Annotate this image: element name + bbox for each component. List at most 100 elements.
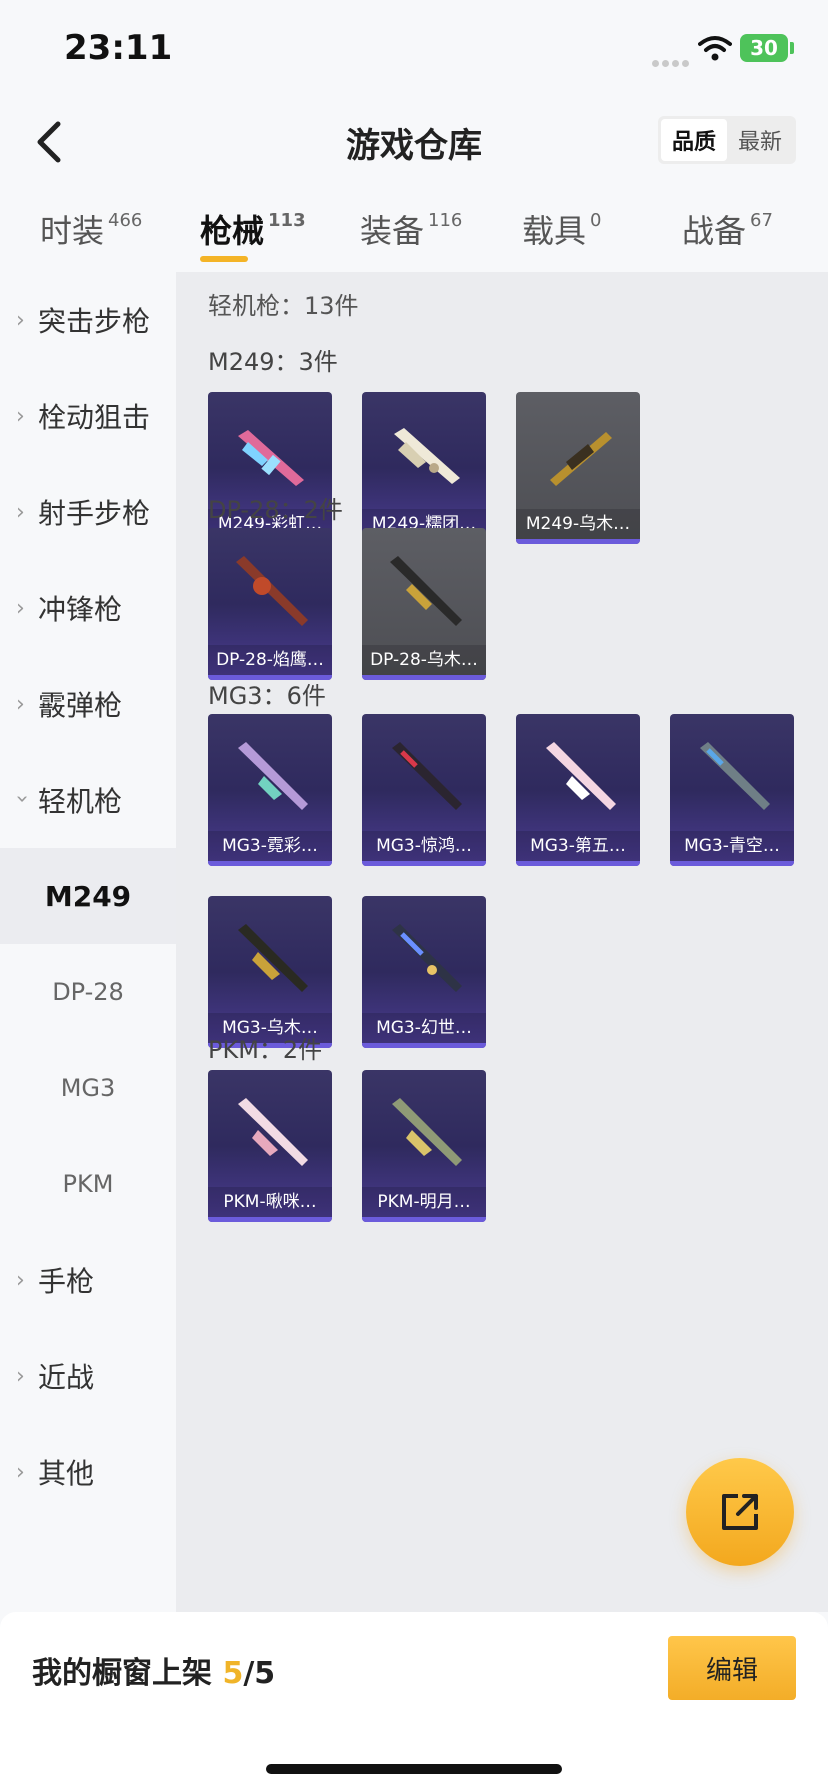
battery-icon: 30: [740, 34, 788, 62]
chevron-down-icon: ›: [9, 794, 35, 803]
tab-label: 装备: [360, 212, 425, 250]
gun-name: MG3-青空…: [670, 831, 794, 861]
sort-newest-button[interactable]: 最新: [727, 119, 793, 161]
tab-guns[interactable]: 枪械 113: [200, 206, 306, 252]
chevron-right-icon: ›: [16, 691, 25, 717]
gun-card[interactable]: M249-糯团…: [362, 392, 486, 544]
gun-name: MG3-惊鸿…: [362, 831, 486, 861]
tab-label: 战备: [682, 212, 747, 250]
battery-tip: [790, 42, 794, 54]
gun-icon: [238, 924, 308, 992]
sidebar-item-label: 突击步枪: [38, 305, 151, 338]
gun-card[interactable]: DP-28-乌木…: [362, 528, 486, 680]
sidebar-item-pistol[interactable]: › 手枪: [0, 1232, 176, 1328]
gun-card[interactable]: M249-乌木…: [516, 392, 640, 544]
gun-name: DP-28-焰鹰…: [208, 645, 332, 675]
rarity-bar: [362, 675, 486, 680]
chevron-right-icon: ›: [16, 499, 25, 525]
category-tabs: 时装 466 枪械 113 装备 116 载具 0 战备 67: [0, 200, 828, 270]
content-area: 轻机枪：13件 M249：3件 M249-彩虹… M249-糯团… M249-乌…: [176, 272, 828, 1612]
chevron-right-icon: ›: [16, 403, 25, 429]
gun-icon: [392, 924, 462, 992]
battery-level: 30: [750, 36, 778, 60]
sidebar-item-other[interactable]: › 其他: [0, 1424, 176, 1520]
share-button[interactable]: [686, 1458, 794, 1566]
chevron-right-icon: ›: [16, 1267, 25, 1293]
rarity-bar: [208, 861, 332, 866]
gun-name: PKM-啾咪…: [208, 1187, 332, 1217]
rarity-bar: [516, 861, 640, 866]
gun-card[interactable]: MG3-幻世…: [362, 896, 486, 1048]
status-time: 23:11: [64, 28, 173, 68]
signal-icon: [652, 52, 692, 71]
sidebar-item-label: 冲锋枪: [38, 593, 123, 626]
chevron-right-icon: ›: [16, 1459, 25, 1485]
sidebar-sub-m249[interactable]: M249: [0, 848, 176, 944]
sidebar-item-bolt-sniper[interactable]: › 栓动狙击: [0, 368, 176, 464]
gun-icon: [546, 742, 616, 810]
rarity-bar: [208, 1217, 332, 1222]
gun-icon: [394, 428, 460, 484]
tab-equipment[interactable]: 装备 116: [360, 206, 462, 252]
gun-name: PKM-明月…: [362, 1187, 486, 1217]
showcase-label: 我的橱窗上架: [32, 1656, 212, 1691]
tab-count: 113: [268, 210, 306, 231]
sidebar-item-shotgun[interactable]: › 霰弹枪: [0, 656, 176, 752]
gun-card[interactable]: PKM-啾咪…: [208, 1070, 332, 1222]
sort-quality-button[interactable]: 品质: [661, 119, 727, 161]
gun-name: MG3-幻世…: [362, 1013, 486, 1043]
sidebar-item-marksman-rifle[interactable]: › 射手步枪: [0, 464, 176, 560]
tab-supplies[interactable]: 战备 67: [682, 206, 773, 252]
tab-label: 枪械: [200, 212, 265, 250]
sidebar-item-label: 栓动狙击: [38, 401, 151, 434]
sidebar-sub-mg3[interactable]: MG3: [0, 1040, 176, 1136]
tab-count: 466: [108, 210, 143, 231]
gun-icon: [550, 432, 612, 486]
wifi-icon: [698, 36, 732, 61]
rarity-bar: [362, 861, 486, 866]
tab-outfits[interactable]: 时装 466: [40, 206, 142, 252]
chevron-right-icon: ›: [16, 1363, 25, 1389]
share-icon: [722, 1494, 758, 1530]
showcase-total: /5: [243, 1656, 276, 1691]
sidebar-sub-dp28[interactable]: DP-28: [0, 944, 176, 1040]
rarity-bar: [362, 1217, 486, 1222]
gun-icon: [390, 556, 462, 626]
gun-card[interactable]: MG3-第五…: [516, 714, 640, 866]
tab-label: 载具: [522, 212, 587, 250]
rarity-bar: [362, 1043, 486, 1048]
showcase-status: 我的橱窗上架 5/5: [32, 1648, 275, 1692]
chevron-right-icon: ›: [16, 595, 25, 621]
sidebar-item-label: 霰弹枪: [38, 689, 123, 722]
sidebar-item-label: 手枪: [38, 1265, 95, 1298]
sort-toggle: 品质 最新: [658, 116, 796, 164]
sidebar-item-melee[interactable]: › 近战: [0, 1328, 176, 1424]
rarity-bar: [516, 539, 640, 544]
gun-card[interactable]: DP-28-焰鹰…: [208, 528, 332, 680]
sidebar-item-label: 射手步枪: [38, 497, 151, 530]
gun-card[interactable]: MG3-青空…: [670, 714, 794, 866]
group-title-dp28: DP-28：2件: [208, 496, 343, 524]
tab-vehicles[interactable]: 载具 0: [522, 206, 601, 252]
gun-card[interactable]: MG3-乌木…: [208, 896, 332, 1048]
sidebar-item-label: 轻机枪: [38, 785, 123, 818]
sidebar-item-smg[interactable]: › 冲锋枪: [0, 560, 176, 656]
sidebar-item-assault-rifle[interactable]: › 突击步枪: [0, 272, 176, 368]
active-tab-indicator: [200, 256, 248, 262]
tab-count: 116: [428, 210, 463, 231]
gun-name: M249-乌木…: [516, 509, 640, 539]
sidebar-item-label: 近战: [38, 1361, 95, 1394]
gun-card[interactable]: MG3-霓彩…: [208, 714, 332, 866]
sidebar-item-lmg[interactable]: › 轻机枪: [0, 752, 176, 848]
status-bar: 23:11 30: [0, 0, 828, 100]
tab-count: 67: [750, 210, 773, 231]
section-title: 轻机枪：13件: [208, 292, 359, 320]
gun-icon: [392, 1098, 462, 1166]
edit-button[interactable]: 编辑: [668, 1636, 796, 1700]
group-title-mg3: MG3：6件: [208, 682, 326, 710]
sidebar-sub-pkm[interactable]: PKM: [0, 1136, 176, 1232]
gun-card[interactable]: PKM-明月…: [362, 1070, 486, 1222]
group-title-m249: M249：3件: [208, 348, 338, 376]
gun-icon: [236, 556, 308, 626]
gun-card[interactable]: MG3-惊鸿…: [362, 714, 486, 866]
